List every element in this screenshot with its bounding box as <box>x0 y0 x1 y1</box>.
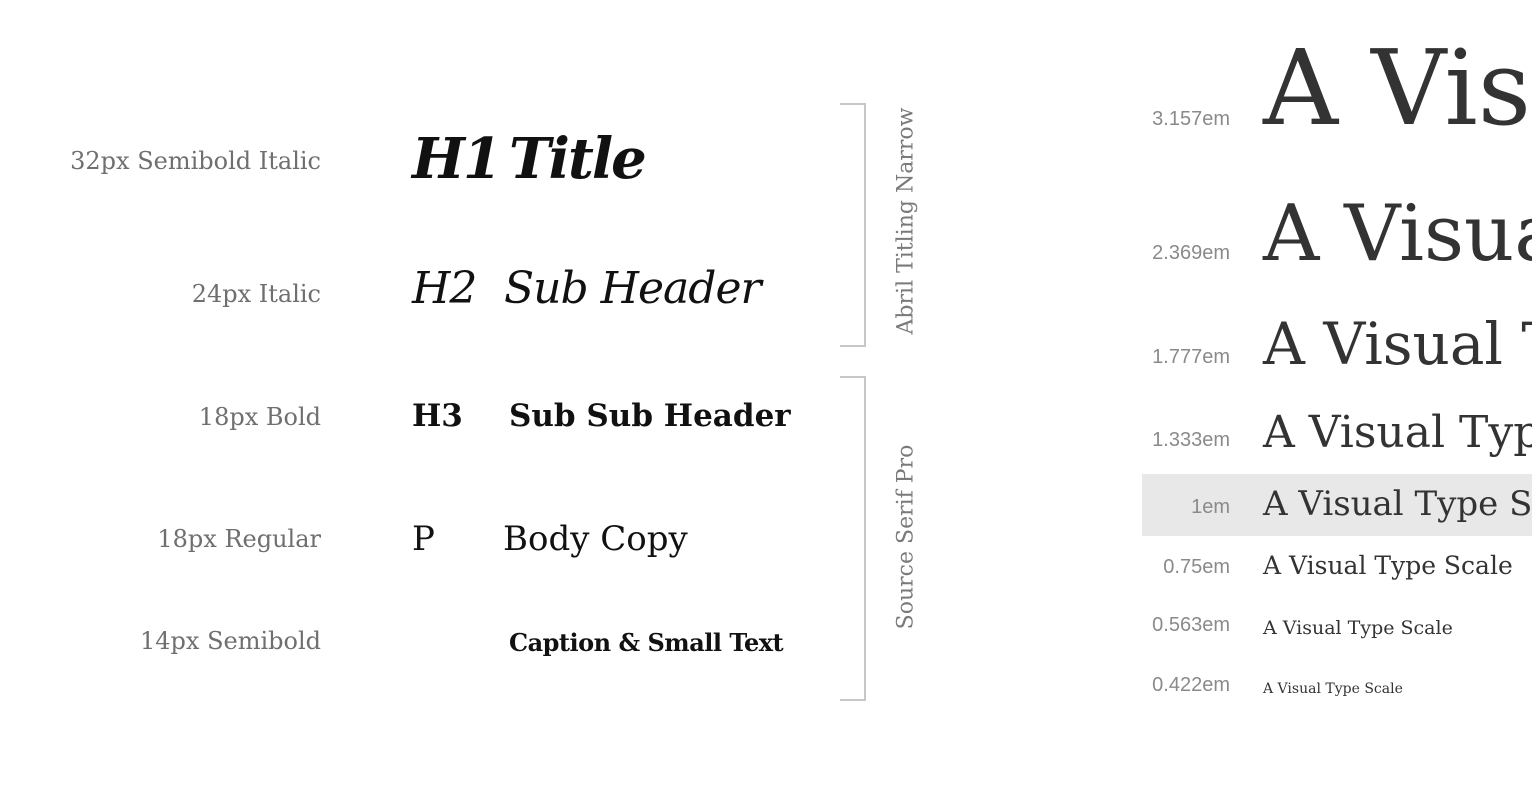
tag-h3: H3 <box>412 398 463 434</box>
sample-caption: Caption & Small Text <box>509 628 784 657</box>
tag-p: P <box>412 519 435 559</box>
type-spec-page: 32px Semibold Italic 24px Italic 18px Bo… <box>0 0 1532 810</box>
heading-font-bracket <box>840 103 866 347</box>
scale-em-label: 1.333em <box>1152 429 1230 451</box>
spec-label-p: 18px Regular <box>157 525 321 553</box>
scale-sample-3-157: A Visual Type Scale <box>1263 27 1532 149</box>
scale-em-label: 0.75em <box>1163 556 1230 578</box>
spec-label-caption: 14px Semibold <box>140 627 321 655</box>
sample-h1: Title <box>509 126 647 192</box>
spec-label-h3: 18px Bold <box>198 403 321 431</box>
spec-label-h2: 24px Italic <box>191 280 321 308</box>
scale-em-label: 1.777em <box>1152 346 1230 368</box>
scale-sample-0-563: A Visual Type Scale <box>1263 617 1453 639</box>
scale-sample-0-75: A Visual Type Scale <box>1263 551 1513 580</box>
spec-label-h1: 32px Semibold Italic <box>70 147 321 175</box>
scale-sample-0-422: A Visual Type Scale <box>1263 681 1403 697</box>
sample-h3: Sub Sub Header <box>509 398 791 434</box>
scale-sample-1: A Visual Type Scale <box>1263 484 1532 524</box>
heading-font-label: Abril Titling Narrow <box>893 107 919 335</box>
scale-sample-2-369: A Visual Type Scale <box>1263 189 1532 279</box>
scale-em-label: 3.157em <box>1152 108 1230 130</box>
sample-p: Body Copy <box>503 519 688 559</box>
body-font-label: Source Serif Pro <box>893 444 919 630</box>
tag-h2: H2 <box>412 263 477 314</box>
scale-em-label: 1em <box>1191 496 1230 518</box>
scale-sample-1-777: A Visual Type Scale <box>1263 310 1532 378</box>
scale-em-label: 0.563em <box>1152 614 1230 636</box>
scale-em-label: 0.422em <box>1152 674 1230 696</box>
body-font-bracket <box>840 376 866 701</box>
tag-h1: H1 <box>412 126 502 192</box>
sample-h2: Sub Header <box>504 263 762 314</box>
scale-em-label: 2.369em <box>1152 242 1230 264</box>
scale-sample-1-333: A Visual Type Scale <box>1263 407 1532 458</box>
